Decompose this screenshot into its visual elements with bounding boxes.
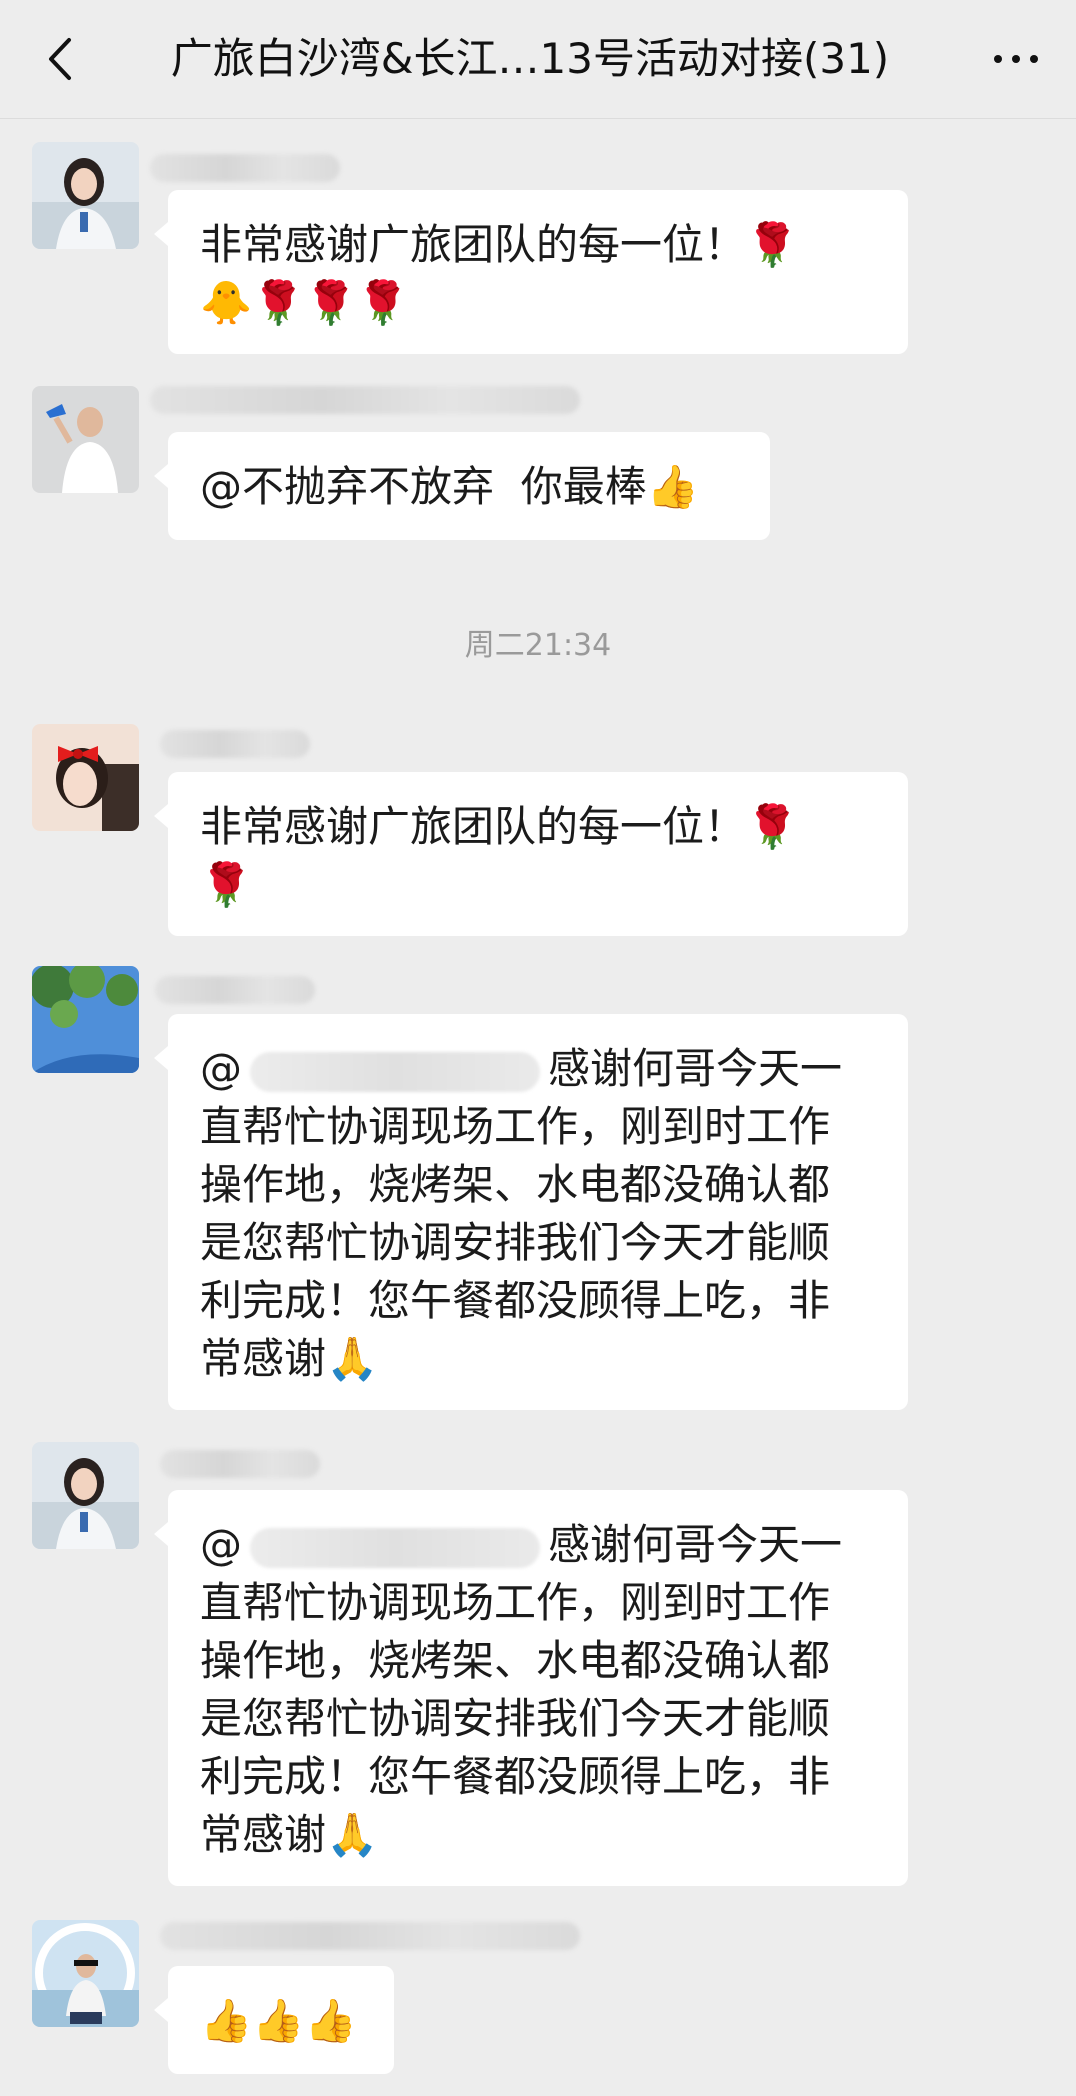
- chat-title: 广旅白沙湾&长江…13号活动对接(31): [170, 34, 890, 83]
- mention-name-blurred: [250, 1051, 540, 1092]
- sender-name: [150, 154, 340, 182]
- chat-header: 广旅白沙湾&长江…13号活动对接(31): [0, 0, 1076, 119]
- message-bubble[interactable]: 👍👍👍: [154, 1966, 394, 2074]
- message-text: 非常感谢广旅团队的每一位！🌹 🐥🌹🌹🌹: [200, 220, 799, 327]
- message-text: 👍👍👍: [200, 1996, 357, 2045]
- avatar[interactable]: [32, 142, 139, 249]
- mention-prefix: @: [200, 1520, 242, 1569]
- avatar[interactable]: [32, 1920, 139, 2027]
- sender-name: [160, 1450, 320, 1478]
- message-bubble[interactable]: 非常感谢广旅团队的每一位！🌹 🌹: [154, 772, 908, 936]
- message-text: @ 感谢何哥今天一 直帮忙协调现场工作，刚到时工作 操作地，烧烤架、水电都没确认都…: [200, 1044, 843, 1383]
- mention-prefix: @: [200, 1044, 242, 1093]
- more-dots-icon: [994, 55, 1002, 63]
- back-button[interactable]: [36, 30, 84, 88]
- avatar[interactable]: [32, 1442, 139, 1549]
- sender-name: [160, 730, 310, 758]
- message-bubble[interactable]: 非常感谢广旅团队的每一位！🌹 🐥🌹🌹🌹: [154, 190, 908, 354]
- message-text: 非常感谢广旅团队的每一位！🌹 🌹: [200, 802, 799, 909]
- message-text: @不抛弃不放弃 你最棒👍: [200, 462, 699, 511]
- avatar[interactable]: [32, 966, 139, 1073]
- message-text: @ 感谢何哥今天一 直帮忙协调现场工作，刚到时工作 操作地，烧烤架、水电都没确认都…: [200, 1520, 843, 1859]
- message-bubble[interactable]: @ 感谢何哥今天一 直帮忙协调现场工作，刚到时工作 操作地，烧烤架、水电都没确认都…: [154, 1490, 908, 1886]
- sender-name: [160, 1922, 580, 1950]
- message-bubble[interactable]: @ 感谢何哥今天一 直帮忙协调现场工作，刚到时工作 操作地，烧烤架、水电都没确认都…: [154, 1014, 908, 1410]
- message-bubble[interactable]: @不抛弃不放弃 你最棒👍: [154, 432, 770, 540]
- chevron-left-icon: [49, 38, 71, 80]
- avatar[interactable]: [32, 386, 139, 493]
- sender-name: [150, 386, 580, 414]
- mention-name-blurred: [250, 1527, 540, 1568]
- timestamp-divider: 周二21:34: [464, 628, 612, 663]
- sender-name: [155, 976, 315, 1004]
- more-options-button[interactable]: [984, 30, 1048, 88]
- avatar[interactable]: [32, 724, 139, 831]
